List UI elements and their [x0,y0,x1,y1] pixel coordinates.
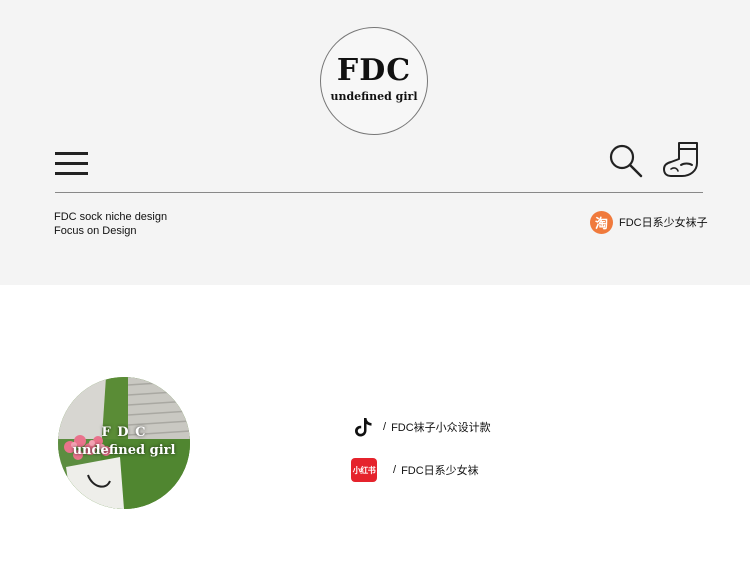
brand-name: FDC [336,53,412,88]
sock-icon[interactable] [662,141,702,179]
header-divider [55,192,703,193]
tagline: FDC sock niche design Focus on Design [54,210,167,238]
header: FDC undefined girl FDC sock niche design… [0,0,750,285]
xiaohongshu-link[interactable]: 小红书 / FDC日系少女袜 [351,458,479,482]
search-icon[interactable] [608,143,644,179]
brand-logo[interactable]: FDC undefined girl [320,27,428,135]
photo-title: F D C [101,425,147,440]
photo-subtitle: undefined girl [72,443,176,458]
menu-icon[interactable] [55,152,89,176]
tiktok-icon [352,416,374,438]
tiktok-label: FDC袜子小众设计款 [391,422,491,434]
tagline-line-2: Focus on Design [54,225,137,237]
tiktok-separator: / [383,421,387,433]
profile-photo: F D C undefined girl [58,377,190,509]
taobao-shop-label: FDC日系少女袜子 [619,217,708,229]
xiaohongshu-icon: 小红书 [351,458,377,482]
brand-subtitle: undefined girl [330,90,418,103]
tagline-line-1: FDC sock niche design [54,211,168,223]
taobao-shop-link[interactable]: 淘 FDC日系少女袜子 [590,210,708,234]
taobao-icon: 淘 [590,210,613,234]
tiktok-link[interactable]: / FDC袜子小众设计款 [352,416,491,438]
xiaohongshu-label: FDC日系少女袜 [401,465,479,477]
xiaohongshu-separator: / [393,464,397,476]
